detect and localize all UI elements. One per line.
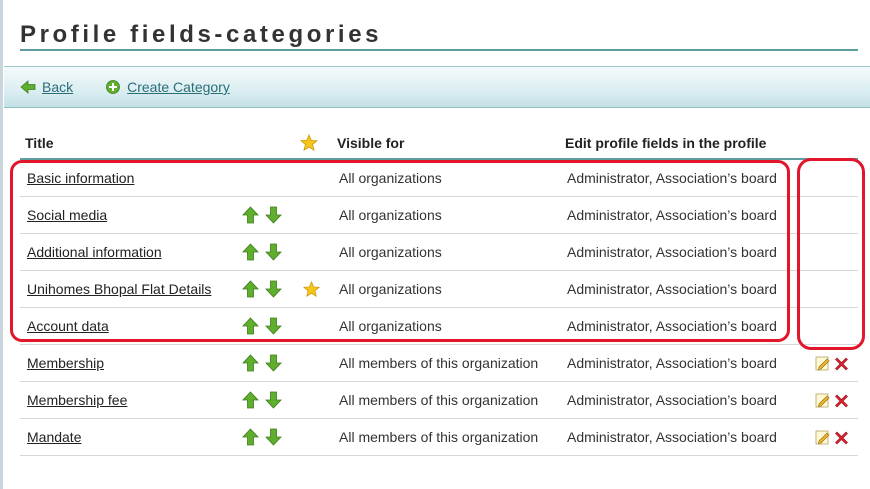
visible-for-cell: All organizations xyxy=(339,318,442,334)
reorder-arrows xyxy=(242,428,288,446)
arrow-down-icon[interactable] xyxy=(265,280,282,298)
table-row: Social media All organizations Administrat… xyxy=(20,197,858,234)
reorder-arrows xyxy=(242,243,288,261)
reorder-arrows xyxy=(242,354,288,372)
edit-fields-cell: Administrator, Association’s board xyxy=(567,281,777,297)
header-visible-for: Visible for xyxy=(337,135,405,151)
plus-circle-icon xyxy=(106,80,121,94)
edit-fields-cell: Administrator, Association’s board xyxy=(567,392,777,408)
star-icon xyxy=(302,280,321,298)
reorder-arrows xyxy=(242,280,288,298)
edit-fields-cell: Administrator, Association’s board xyxy=(567,244,777,260)
back-label: Back xyxy=(42,79,74,95)
header-edit-fields: Edit profile fields in the profile xyxy=(565,135,767,151)
row-actions xyxy=(815,356,853,371)
row-actions xyxy=(815,393,853,408)
arrow-down-icon[interactable] xyxy=(265,317,282,335)
table-row: Mandate All members of this organization A… xyxy=(20,419,858,456)
categories-table: Title Visible for Edit profile fields in… xyxy=(20,130,858,456)
edit-fields-cell: Administrator, Association’s board xyxy=(567,318,777,334)
edit-fields-cell: Administrator, Association’s board xyxy=(567,355,777,371)
left-border xyxy=(0,0,3,489)
category-title-link[interactable]: Membership xyxy=(27,355,104,371)
visible-for-cell: All members of this organization xyxy=(339,392,539,408)
table-row: Unihomes Bhopal Flat Details All organiza… xyxy=(20,271,858,308)
delete-x-icon[interactable] xyxy=(834,356,849,371)
edit-fields-cell: Administrator, Association’s board xyxy=(567,170,777,186)
pencil-icon[interactable] xyxy=(815,393,830,408)
arrow-down-icon[interactable] xyxy=(265,243,282,261)
arrow-up-icon[interactable] xyxy=(242,243,259,261)
visible-for-cell: All members of this organization xyxy=(339,429,539,445)
category-title-link[interactable]: Basic information xyxy=(27,170,134,186)
create-category-label: Create Category xyxy=(127,79,230,95)
arrow-up-icon[interactable] xyxy=(242,317,259,335)
visible-for-cell: All organizations xyxy=(339,207,442,223)
category-title-link[interactable]: Account data xyxy=(27,318,109,334)
arrow-down-icon[interactable] xyxy=(265,206,282,224)
header-title: Title xyxy=(25,135,54,151)
category-title-link[interactable]: Additional information xyxy=(27,244,162,260)
category-title-link[interactable]: Social media xyxy=(27,207,107,223)
arrow-up-icon[interactable] xyxy=(242,391,259,409)
page-header: Profile fields-categories xyxy=(20,18,858,51)
create-category-link[interactable]: Create Category xyxy=(105,79,230,95)
visible-for-cell: All members of this organization xyxy=(339,355,539,371)
table-row: Membership fee All members of this organi… xyxy=(20,382,858,419)
arrow-up-icon[interactable] xyxy=(242,280,259,298)
visible-for-cell: All organizations xyxy=(339,281,442,297)
table-header: Title Visible for Edit profile fields in… xyxy=(20,130,858,160)
visible-for-cell: All organizations xyxy=(339,244,442,260)
edit-fields-cell: Administrator, Association’s board xyxy=(567,429,777,445)
arrow-up-icon[interactable] xyxy=(242,354,259,372)
page-title: Profile fields-categories xyxy=(20,21,383,48)
table-row: Additional information All organizations A… xyxy=(20,234,858,271)
delete-x-icon[interactable] xyxy=(834,430,849,445)
category-title-link[interactable]: Unihomes Bhopal Flat Details xyxy=(27,281,211,297)
arrow-down-icon[interactable] xyxy=(265,354,282,372)
reorder-arrows xyxy=(242,317,288,335)
back-link[interactable]: Back xyxy=(20,79,73,95)
star-icon xyxy=(300,134,318,151)
category-title-link[interactable]: Membership fee xyxy=(27,392,127,408)
arrow-down-icon[interactable] xyxy=(265,428,282,446)
delete-x-icon[interactable] xyxy=(834,393,849,408)
table-row: Membership All members of this organizati… xyxy=(20,345,858,382)
table-body: Basic information All organizations Admini… xyxy=(20,160,858,456)
reorder-arrows xyxy=(242,206,288,224)
back-arrow-icon xyxy=(20,80,36,94)
toolbar: Back Create Category xyxy=(4,66,870,108)
category-title-link[interactable]: Mandate xyxy=(27,429,81,445)
visible-for-cell: All organizations xyxy=(339,170,442,186)
pencil-icon[interactable] xyxy=(815,356,830,371)
row-actions xyxy=(815,430,853,445)
table-row: Account data All organizations Administrat… xyxy=(20,308,858,345)
edit-fields-cell: Administrator, Association’s board xyxy=(567,207,777,223)
reorder-arrows xyxy=(242,391,288,409)
arrow-up-icon[interactable] xyxy=(242,428,259,446)
pencil-icon[interactable] xyxy=(815,430,830,445)
table-row: Basic information All organizations Admini… xyxy=(20,160,858,197)
arrow-down-icon[interactable] xyxy=(265,391,282,409)
arrow-up-icon[interactable] xyxy=(242,206,259,224)
